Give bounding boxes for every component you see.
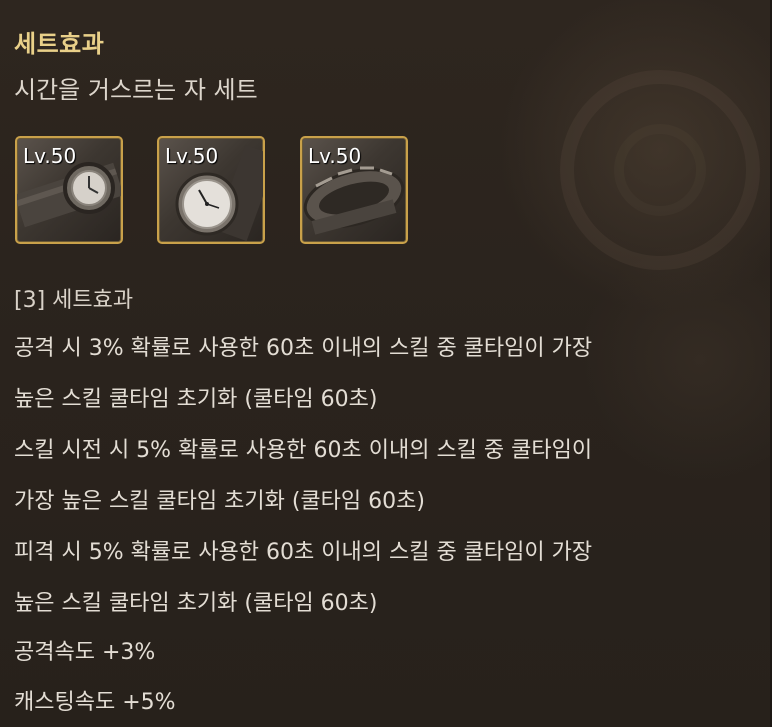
item-level: Lv.50 — [165, 144, 219, 168]
set-item-bracelet[interactable]: Lv.50 — [300, 136, 408, 244]
effect-line: 높은 스킬 쿨타임 초기화 (쿨타임 60초) — [14, 591, 378, 616]
set-name: 시간을 거스르는 자 세트 — [14, 76, 258, 104]
effect-line: 가장 높은 스킬 쿨타임 초기화 (쿨타임 60초) — [14, 489, 425, 514]
set-effect-header: [3] 세트효과 — [14, 288, 134, 313]
set-item-wristwatch[interactable]: Lv.50 — [15, 136, 123, 244]
set-item-pocket-watch[interactable]: Lv.50 — [157, 136, 265, 244]
background-emblem — [560, 70, 760, 270]
attack-speed-bonus: 공격속도 +3% — [14, 640, 156, 665]
effect-line: 공격 시 3% 확률로 사용한 60초 이내의 스킬 중 쿨타임이 가장 — [14, 336, 593, 361]
effect-line: 피격 시 5% 확률로 사용한 60초 이내의 스킬 중 쿨타임이 가장 — [14, 540, 593, 565]
item-level: Lv.50 — [23, 144, 77, 168]
effect-line: 스킬 시전 시 5% 확률로 사용한 60초 이내의 스킬 중 쿨타임이 — [14, 438, 593, 463]
effect-line: 높은 스킬 쿨타임 초기화 (쿨타임 60초) — [14, 387, 378, 412]
set-effect-tooltip: 세트효과 시간을 거스르는 자 세트 Lv.50 Lv.50 Lv.50 [3]… — [0, 0, 772, 727]
item-level: Lv.50 — [308, 144, 362, 168]
tooltip-title: 세트효과 — [14, 30, 105, 58]
casting-speed-bonus: 캐스팅속도 +5% — [14, 690, 176, 715]
